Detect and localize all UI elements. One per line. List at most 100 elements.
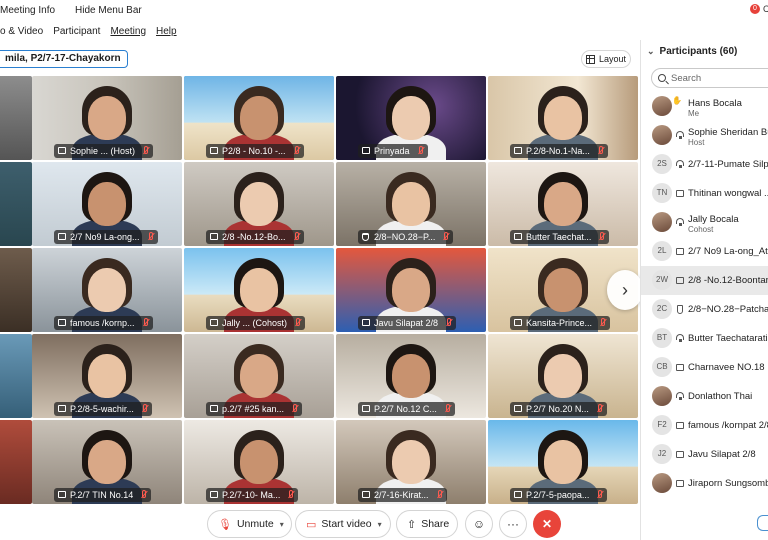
video-icon (362, 147, 370, 154)
chevron-down-icon[interactable]: ⌄ (647, 46, 655, 57)
participant-row[interactable]: J2 Javu Silapat 2/8 (641, 440, 768, 469)
participant-row[interactable]: Jally Bocala Cohost (641, 208, 768, 237)
video-tile[interactable] (0, 76, 32, 160)
participant-row[interactable]: 2W 2/8 -No.12-Boontari (641, 266, 768, 295)
video-tile[interactable]: 2/8 -No.12-Bo... (184, 162, 334, 246)
video-tile[interactable]: P.2/8-5-wachir... (32, 334, 182, 418)
more-button[interactable]: ··· (499, 510, 527, 538)
headset-icon (514, 233, 522, 240)
person-figure (88, 354, 126, 398)
video-icon (676, 451, 684, 458)
video-tile[interactable]: P.2/7 No.12 C... (336, 334, 486, 418)
layout-button[interactable]: Layout (581, 50, 631, 68)
participant-row[interactable]: F2 famous /kornpat 2/8 (641, 411, 768, 440)
participant-name-tag: P.2/7 TIN No.14 (54, 488, 152, 502)
participants-title: Participants (60) (659, 46, 738, 57)
selected-participant-chip[interactable]: mila, P2/7-17-Chayakorn (0, 50, 128, 68)
participant-row[interactable]: 2C 2/8−NO.28−Patcha (641, 295, 768, 324)
person-figure (544, 440, 582, 484)
video-tile[interactable]: P.2/7 TIN No.14 (32, 420, 182, 504)
video-tile[interactable] (0, 334, 32, 418)
participant-row[interactable]: CB Charnavee NO.18 P2 (641, 353, 768, 382)
video-icon (58, 319, 66, 326)
panel-toggle-icon[interactable] (757, 515, 768, 531)
video-tile[interactable]: P.2/7-10- Ma... (184, 420, 334, 504)
person-figure (88, 96, 126, 140)
share-button[interactable]: ⇧ Share (396, 510, 458, 538)
reactions-button[interactable]: ☺ (465, 510, 493, 538)
participant-row[interactable]: Jiraporn Sungsombo (641, 469, 768, 498)
unmute-label: Unmute (236, 518, 274, 530)
next-page-button[interactable]: › (607, 270, 643, 310)
avatar (652, 212, 672, 232)
mic-muted-icon (144, 146, 149, 154)
participant-row[interactable]: Sophie Sheridan Bur Host (641, 121, 768, 150)
video-tile[interactable]: p.2/7 #25 kan... (184, 334, 334, 418)
participant-row[interactable]: Donlathon Thai (641, 382, 768, 411)
participant-row[interactable]: BT Butter Taechataratip (641, 324, 768, 353)
mic-muted-icon (294, 232, 299, 240)
participant-role: Me (688, 109, 700, 118)
leave-meeting-button[interactable]: ✕ (533, 510, 561, 538)
menu-meeting[interactable]: Meeting (110, 26, 146, 37)
video-tile[interactable]: Jally ... (Cohost) (184, 248, 334, 332)
tile-name: P2/8 - No.10 -... (222, 146, 286, 156)
video-tile[interactable]: Butter Taechat... (488, 162, 638, 246)
video-tile[interactable]: P.2/7 No.20 N... (488, 334, 638, 418)
video-tile[interactable]: famous /kornp... (32, 248, 182, 332)
participant-row[interactable]: TN Thitinan wongwal ... (641, 179, 768, 208)
person-figure (240, 268, 278, 312)
video-tile[interactable]: 2/7 No9 La-ong... (32, 162, 182, 246)
participant-name: Jiraporn Sungsombo (688, 478, 768, 489)
participants-header[interactable]: ⌄ Participants (60) (647, 46, 737, 57)
participant-row[interactable]: 2S 2/7-11-Pumate Silpa (641, 150, 768, 179)
video-tile[interactable]: Javu Silapat 2/8 (336, 248, 486, 332)
tile-name: p.2/7 #25 kan... (222, 404, 285, 414)
tile-name: P.2/7-5-paopa... (526, 490, 590, 500)
participant-name-tag: P2/8 - No.10 -... (206, 144, 304, 158)
unmute-button[interactable]: 🎙 Unmute ▾ (207, 510, 292, 538)
menu-participant[interactable]: Participant (53, 26, 100, 37)
video-tile[interactable]: cam (0, 162, 32, 246)
participant-row[interactable]: 2L 2/7 No9 La-ong_Ati (641, 237, 768, 266)
video-icon (58, 233, 66, 240)
video-tile[interactable]: 2/7-16-Kirat... (336, 420, 486, 504)
start-video-button[interactable]: ▭ Start video ▾ (295, 510, 391, 538)
participant-name-tag: 2/8 -No.12-Bo... (206, 230, 304, 244)
participant-name: 2/8 -No.12-Boontari (688, 275, 768, 286)
avatar: CB (652, 357, 672, 377)
person-figure (392, 354, 430, 398)
person-figure (392, 268, 430, 312)
participant-name-tag: P.2/8-5-wachir... (54, 402, 152, 416)
tile-name: famous /kornp... (70, 318, 135, 328)
video-tile[interactable] (0, 248, 32, 332)
video-tile[interactable]: 2/8−NO.28−P... (336, 162, 486, 246)
video-tile[interactable]: Prinyada (336, 76, 486, 160)
video-tile[interactable] (0, 420, 32, 504)
video-tile[interactable]: P.2/7-5-paopa... (488, 420, 638, 504)
tile-name: Prinyada (374, 146, 410, 156)
menu-help[interactable]: Help (156, 26, 177, 37)
menu-bar: o & Video Participant Meeting Help (0, 22, 640, 40)
video-tile[interactable]: Sophie ... (Host) (32, 76, 182, 160)
video-tile[interactable]: P.2/8-No.1-Na... (488, 76, 638, 160)
mic-muted-icon (445, 404, 450, 412)
chevron-down-icon[interactable]: ▾ (378, 520, 382, 529)
menu-audio-video[interactable]: o & Video (0, 26, 43, 37)
hide-menu-bar-button[interactable]: Hide Menu Bar (75, 5, 142, 16)
tile-name: Kansita-Prince... (526, 318, 593, 328)
avatar (652, 96, 672, 116)
search-input[interactable]: Search (651, 68, 768, 88)
video-icon (210, 233, 218, 240)
notification-badge[interactable]: 0 (750, 4, 760, 14)
participant-row[interactable]: ✋ Hans Bocala Me (641, 92, 768, 121)
meeting-info-menu[interactable]: Meeting Info (0, 5, 55, 16)
video-icon (362, 319, 370, 326)
person-figure (392, 182, 430, 226)
tile-name: Javu Silapat 2/8 (374, 318, 439, 328)
video-tile[interactable]: P2/8 - No.10 -... (184, 76, 334, 160)
participant-name: Donlathon Thai (688, 391, 753, 402)
mic-muted-icon (148, 232, 153, 240)
control-bar: 🎙 Unmute ▾ ▭ Start video ▾ ⇧ Share ☺ ···… (0, 504, 640, 540)
chevron-down-icon[interactable]: ▾ (280, 520, 284, 529)
